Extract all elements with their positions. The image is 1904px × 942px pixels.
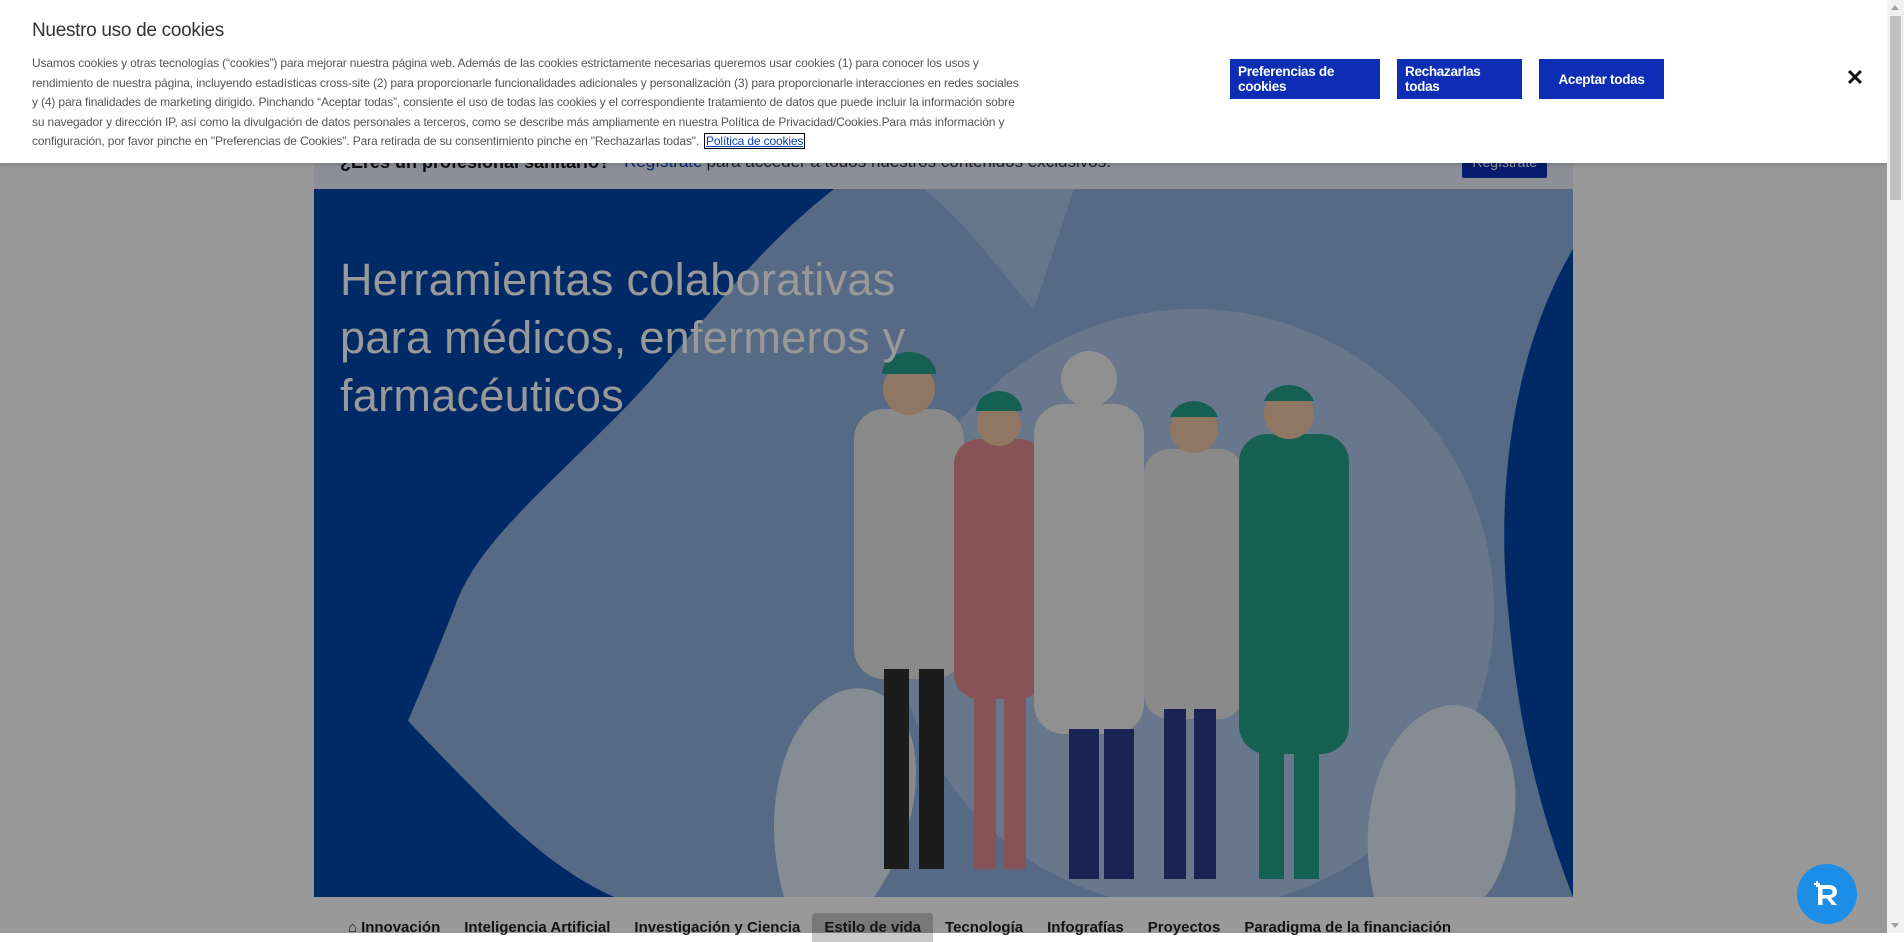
- cookie-banner-description: Usamos cookies y otras tecnologías (“coo…: [32, 54, 1022, 152]
- cookie-description-text: Usamos cookies y otras tecnologías (“coo…: [32, 56, 1019, 149]
- assistant-icon: [1814, 881, 1837, 905]
- cookie-banner-title: Nuestro uso de cookies: [32, 20, 224, 41]
- reject-all-button[interactable]: Rechazarlas todas: [1397, 59, 1522, 99]
- scroll-down-arrow-icon[interactable]: [1891, 923, 1899, 928]
- accept-all-button[interactable]: Aceptar todas: [1539, 59, 1664, 99]
- scrollbar-thumb[interactable]: [1890, 16, 1901, 200]
- scrollbar[interactable]: [1887, 0, 1904, 933]
- cookie-banner: Nuestro uso de cookies Usamos cookies y …: [0, 0, 1887, 163]
- close-icon[interactable]: ✕: [1843, 65, 1867, 90]
- assistant-button[interactable]: [1797, 864, 1857, 924]
- cookie-preferences-button[interactable]: Preferencias de cookies: [1230, 59, 1380, 99]
- cookie-policy-link[interactable]: Política de cookies: [704, 133, 806, 150]
- scroll-up-arrow-icon[interactable]: [1891, 5, 1899, 10]
